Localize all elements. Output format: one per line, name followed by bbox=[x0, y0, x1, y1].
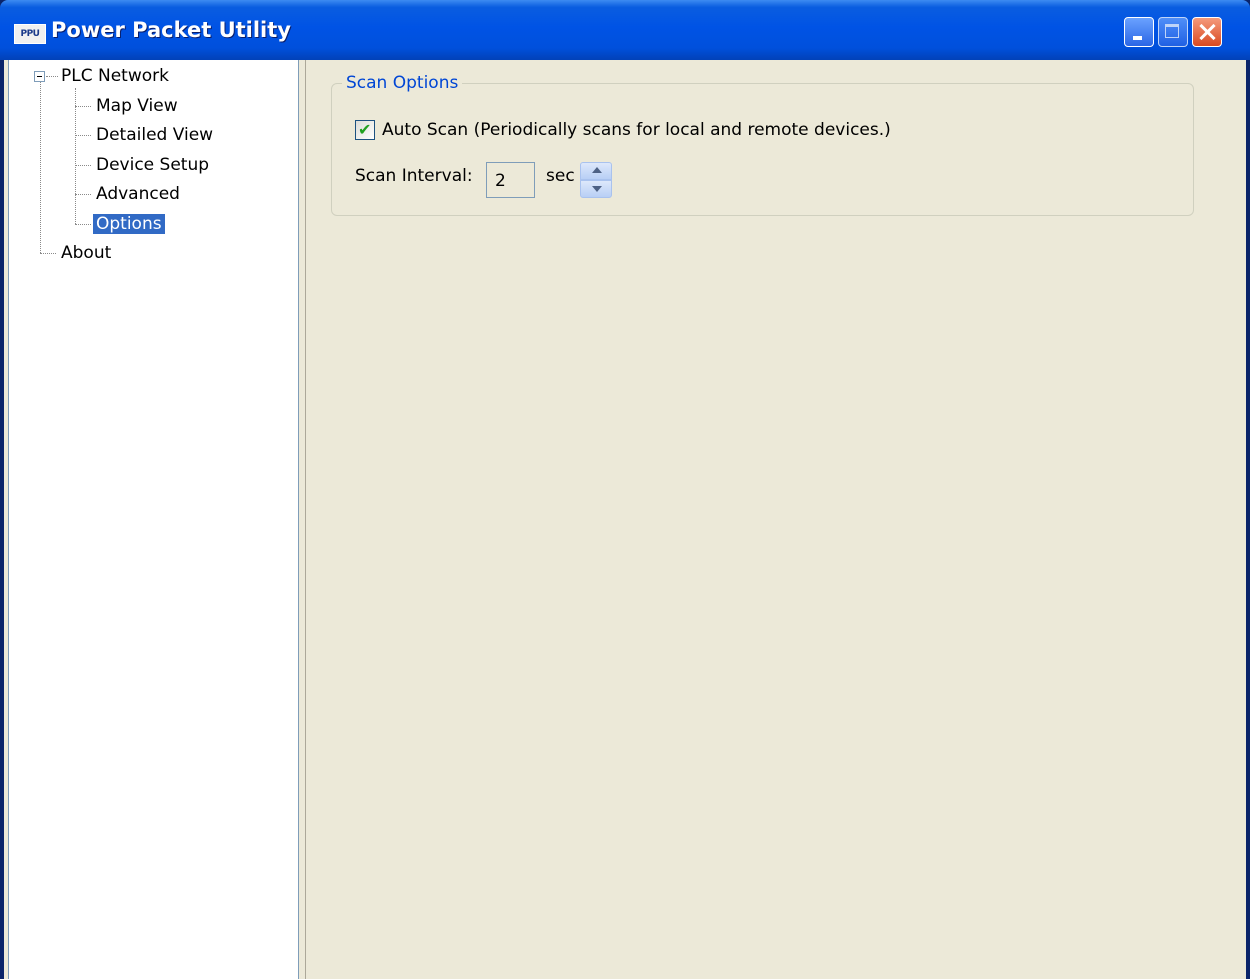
auto-scan-checkbox[interactable]: ✔ bbox=[355, 120, 375, 140]
scan-interval-label: Scan Interval: bbox=[355, 166, 473, 186]
close-button[interactable] bbox=[1192, 17, 1222, 47]
title-bar[interactable]: PPU Power Packet Utility bbox=[0, 0, 1250, 60]
checkmark-icon: ✔ bbox=[358, 120, 372, 139]
tree-item-detailed-view[interactable]: Detailed View bbox=[93, 123, 216, 147]
tree-item-label: Detailed View bbox=[96, 125, 214, 145]
scan-options-group bbox=[331, 83, 1194, 216]
tree-item-label: Options bbox=[93, 214, 165, 234]
app-window: PPU Power Packet Utility PLC Network Map… bbox=[0, 0, 1250, 979]
tree-connector-line bbox=[75, 194, 91, 195]
scan-interval-input[interactable]: 2 bbox=[486, 162, 535, 198]
tree-item-label: About bbox=[61, 243, 112, 263]
options-panel: Scan Options ✔ Auto Scan (Periodically s… bbox=[305, 60, 1246, 979]
tree-connector-line bbox=[75, 165, 91, 166]
tree-item-label: Advanced bbox=[96, 184, 180, 204]
window-title: Power Packet Utility bbox=[51, 18, 291, 42]
tree-connector-line bbox=[46, 76, 58, 77]
tree-connector-line bbox=[40, 253, 56, 254]
maximize-button[interactable] bbox=[1158, 17, 1188, 47]
tree-connector-line bbox=[75, 106, 91, 107]
navigation-tree[interactable]: PLC Network Map View Detailed View Devic… bbox=[8, 60, 299, 979]
tree-item-plc-network[interactable]: PLC Network bbox=[58, 64, 172, 88]
tree-item-label: Map View bbox=[96, 96, 178, 116]
client-area: PLC Network Map View Detailed View Devic… bbox=[4, 60, 1246, 979]
tree-item-options[interactable]: Options bbox=[93, 212, 165, 236]
tree-connector-line bbox=[75, 135, 91, 136]
minimize-button[interactable] bbox=[1124, 17, 1154, 47]
scan-interval-spinner[interactable] bbox=[580, 162, 612, 198]
tree-item-about[interactable]: About bbox=[58, 241, 114, 265]
collapse-icon[interactable] bbox=[34, 71, 45, 82]
tree-item-advanced[interactable]: Advanced bbox=[93, 182, 183, 206]
tree-connector-line bbox=[75, 88, 76, 224]
scan-options-legend: Scan Options bbox=[342, 72, 463, 94]
tree-connector-line bbox=[75, 224, 91, 225]
tree-item-map-view[interactable]: Map View bbox=[93, 94, 181, 118]
app-icon[interactable]: PPU bbox=[14, 24, 46, 44]
tree-item-label: PLC Network bbox=[61, 66, 169, 86]
tree-connector-line bbox=[40, 81, 41, 253]
spin-up-arrow-icon[interactable] bbox=[580, 162, 612, 180]
spin-down-arrow-icon[interactable] bbox=[580, 180, 612, 198]
tree-item-label: Device Setup bbox=[96, 155, 210, 175]
auto-scan-label[interactable]: Auto Scan (Periodically scans for local … bbox=[382, 118, 891, 142]
tree-item-device-setup[interactable]: Device Setup bbox=[93, 153, 212, 177]
scan-interval-unit: sec bbox=[546, 166, 575, 186]
